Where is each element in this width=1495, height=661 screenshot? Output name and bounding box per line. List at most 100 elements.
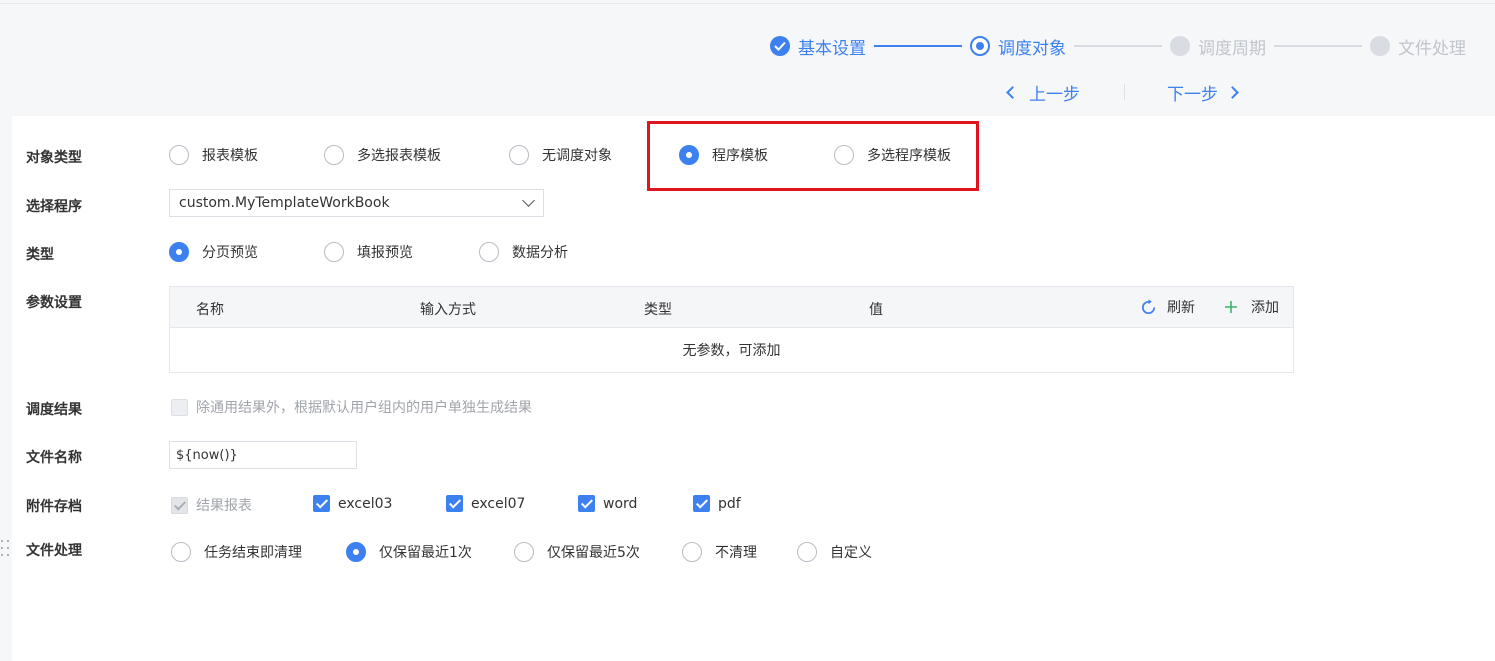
- step-schedule-period[interactable]: 调度周期: [1170, 34, 1266, 59]
- next-step-label: 下一步: [1167, 84, 1218, 105]
- refresh-label: 刷新: [1167, 300, 1195, 316]
- drag-handle-icon[interactable]: [1, 540, 11, 558]
- refresh-button[interactable]: 刷新: [1139, 297, 1195, 317]
- nav-divider: [1124, 84, 1125, 100]
- radio-circle: [479, 242, 499, 262]
- checkbox-excel07[interactable]: excel07: [446, 495, 525, 512]
- object-type-label: 对象类型: [26, 150, 82, 166]
- file-name-input[interactable]: [169, 441, 357, 469]
- select-program-label: 选择程序: [26, 199, 82, 215]
- attachment-archive-label: 附件存档: [26, 499, 82, 515]
- radio-multi-report-template[interactable]: 多选报表模板: [324, 145, 441, 165]
- step-connector: [1074, 45, 1162, 47]
- highlight-annotation-box: [647, 121, 979, 191]
- prev-step-label: 上一步: [1029, 84, 1080, 105]
- pending-step-icon: [1170, 36, 1190, 56]
- radio-circle: [324, 242, 344, 262]
- step-label: 调度周期: [1198, 38, 1266, 59]
- param-table: 名称 输入方式 类型 值 刷新 添加 无参数，可添加: [169, 286, 1294, 373]
- file-handling-label: 文件处理: [26, 543, 82, 559]
- radio-circle: [797, 542, 817, 562]
- radio-circle: [171, 542, 191, 562]
- param-table-header: 名称 输入方式 类型 值 刷新 添加: [170, 287, 1293, 328]
- column-header-type: 类型: [644, 302, 672, 318]
- radio-circle: [509, 145, 529, 165]
- program-select[interactable]: custom.MyTemplateWorkBook: [169, 189, 544, 217]
- add-label: 添加: [1251, 300, 1279, 316]
- per-user-result-checkbox[interactable]: 除通用结果外，根据默认用户组内的用户单独生成结果: [171, 397, 532, 417]
- step-basic-settings[interactable]: 基本设置: [770, 34, 866, 59]
- radio-label: 不清理: [715, 545, 757, 561]
- radio-no-clean[interactable]: 不清理: [682, 542, 757, 562]
- radio-circle: [514, 542, 534, 562]
- step-file-handling[interactable]: 文件处理: [1370, 34, 1466, 59]
- step-progress: 基本设置 调度对象 调度周期 文件处理: [770, 33, 1466, 59]
- radio-fill-preview[interactable]: 填报预览: [324, 242, 413, 262]
- param-empty-message: 无参数，可添加: [682, 343, 781, 359]
- radio-label: 报表模板: [202, 148, 258, 164]
- step-label: 文件处理: [1398, 38, 1466, 59]
- checkbox-result-report[interactable]: 结果报表: [171, 495, 252, 515]
- radio-label: 填报预览: [357, 245, 413, 261]
- form-panel: 对象类型 报表模板 多选报表模板 无调度对象 程序模板 多选程序模板 选择程序 …: [12, 116, 1495, 661]
- step-schedule-object[interactable]: 调度对象: [970, 34, 1066, 59]
- radio-label: 分页预览: [202, 245, 258, 261]
- chevron-down-icon: [522, 194, 535, 207]
- param-settings-label: 参数设置: [26, 295, 82, 311]
- checkbox-box: [313, 495, 330, 512]
- checkbox-box: [171, 398, 188, 416]
- step-label: 调度对象: [998, 38, 1066, 59]
- column-header-value: 值: [869, 302, 883, 318]
- current-step-icon: [970, 36, 990, 56]
- column-header-input-method: 输入方式: [420, 302, 476, 318]
- checkbox-label: excel07: [471, 495, 526, 512]
- radio-paged-preview[interactable]: 分页预览: [169, 242, 258, 262]
- radio-circle: [324, 145, 344, 165]
- radio-label: 数据分析: [512, 245, 568, 261]
- radio-report-template[interactable]: 报表模板: [169, 145, 258, 165]
- radio-label: 仅保留最近1次: [379, 545, 472, 561]
- checkbox-pdf[interactable]: pdf: [693, 495, 741, 512]
- checkbox-word[interactable]: word: [578, 495, 637, 512]
- chevron-right-icon: [1226, 85, 1239, 99]
- radio-label: 自定义: [830, 545, 872, 561]
- radio-circle: [169, 145, 189, 165]
- column-header-name: 名称: [196, 302, 224, 318]
- step-label: 基本设置: [798, 38, 866, 59]
- program-select-value: custom.MyTemplateWorkBook: [179, 195, 390, 211]
- radio-label: 多选报表模板: [357, 148, 441, 164]
- radio-clean-on-finish[interactable]: 任务结束即清理: [171, 542, 302, 562]
- step-connector: [874, 45, 962, 47]
- radio-label: 无调度对象: [542, 148, 612, 164]
- checkbox-box: [578, 495, 595, 512]
- radio-custom[interactable]: 自定义: [797, 542, 872, 562]
- radio-circle: [682, 542, 702, 562]
- checkbox-box: [171, 496, 188, 514]
- refresh-icon: [1141, 298, 1156, 314]
- checkbox-label: 结果报表: [196, 498, 252, 514]
- type-label: 类型: [26, 247, 54, 263]
- pending-step-icon: [1370, 36, 1390, 56]
- schedule-result-label: 调度结果: [26, 402, 82, 418]
- check-icon: [770, 36, 790, 56]
- radio-no-schedule-object[interactable]: 无调度对象: [509, 145, 612, 165]
- checkbox-excel03[interactable]: excel03: [313, 495, 392, 512]
- radio-circle: [346, 542, 366, 562]
- checkbox-box: [446, 495, 463, 512]
- file-name-label: 文件名称: [26, 450, 82, 466]
- radio-keep-last-1[interactable]: 仅保留最近1次: [346, 542, 472, 562]
- step-connector: [1274, 45, 1362, 47]
- radio-circle: [169, 242, 189, 262]
- prev-step-button[interactable]: 上一步: [1006, 80, 1080, 105]
- plus-icon: [1225, 301, 1237, 313]
- checkbox-label: word: [603, 495, 638, 512]
- checkbox-label: 除通用结果外，根据默认用户组内的用户单独生成结果: [196, 400, 532, 416]
- next-step-button[interactable]: 下一步: [1167, 80, 1239, 105]
- radio-label: 仅保留最近5次: [547, 545, 640, 561]
- chevron-left-icon: [1006, 85, 1019, 99]
- radio-label: 任务结束即清理: [204, 545, 302, 561]
- radio-keep-last-5[interactable]: 仅保留最近5次: [514, 542, 640, 562]
- top-divider: [0, 3, 1495, 4]
- add-param-button[interactable]: 添加: [1224, 297, 1279, 317]
- radio-data-analysis[interactable]: 数据分析: [479, 242, 568, 262]
